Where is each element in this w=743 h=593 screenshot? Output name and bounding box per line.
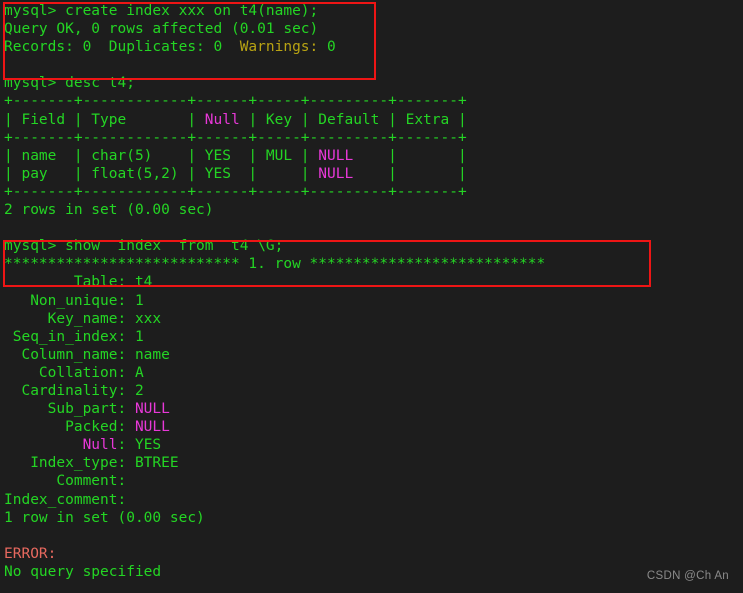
terminal-line: Seq_in_index: 1	[4, 328, 545, 346]
terminal-line: 2 rows in set (0.00 sec)	[4, 201, 545, 219]
terminal-line: Query OK, 0 rows affected (0.01 sec)	[4, 20, 545, 38]
terminal-text-segment: Non_unique: 1	[4, 292, 144, 309]
terminal-window: mysql> create index xxx on t4(name); Quer…	[0, 0, 743, 593]
terminal-text-segment: | Key | Default | Extra |	[239, 111, 467, 128]
terminal-line: ERROR:	[4, 545, 545, 563]
terminal-line: Table: t4	[4, 273, 545, 291]
terminal-text-segment: Key_name: xxx	[4, 310, 162, 327]
terminal-line: +-------+------------+------+-----+-----…	[4, 92, 545, 110]
terminal-line: | pay | float(5,2) | YES | | NULL | |	[4, 165, 545, 183]
terminal-text-segment: | pay | float(5,2) | YES | |	[4, 165, 319, 182]
terminal-text-segment: No query specified	[4, 563, 162, 580]
terminal-text-segment: +-------+------------+------+-----+-----…	[4, 93, 467, 110]
terminal-text-segment: Collation: A	[4, 364, 144, 381]
watermark-label: CSDN @Ch An	[646, 569, 729, 582]
terminal-text-segment: Seq_in_index: 1	[4, 328, 144, 345]
terminal-text-segment: Warnings:	[239, 39, 319, 56]
terminal-line: Key_name: xxx	[4, 310, 545, 328]
terminal-text-segment: Records: 0 Duplicates: 0	[4, 39, 240, 56]
terminal-text-segment: Comment:	[4, 473, 135, 490]
terminal-line: Packed: NULL	[4, 418, 545, 436]
terminal-line: 1 row in set (0.00 sec)	[4, 509, 545, 527]
terminal-text-segment: Column_name: name	[4, 346, 170, 363]
terminal-line: Index_type: BTREE	[4, 454, 545, 472]
terminal-text-segment: | |	[353, 147, 467, 164]
terminal-line: Sub_part: NULL	[4, 400, 545, 418]
terminal-text-segment: NULL	[134, 419, 170, 436]
terminal-line: +-------+------------+------+-----+-----…	[4, 183, 545, 201]
terminal-line: Null: YES	[4, 436, 545, 454]
terminal-text-segment: NULL	[318, 165, 354, 182]
terminal-line: mysql> desc t4;	[4, 74, 545, 92]
terminal-text-segment: 2 rows in set (0.00 sec)	[4, 202, 214, 219]
terminal-text-segment: ERROR:	[4, 545, 57, 562]
terminal-text-segment: Index_type: BTREE	[4, 455, 179, 472]
terminal-line: Non_unique: 1	[4, 292, 545, 310]
terminal-line: Comment:	[4, 472, 545, 490]
terminal-line: mysql> create index xxx on t4(name);	[4, 2, 545, 20]
terminal-line: No query specified	[4, 563, 545, 581]
terminal-line: Column_name: name	[4, 346, 545, 364]
terminal-line: mysql> show index from t4 \G;	[4, 237, 545, 255]
terminal-text-segment: mysql> desc t4;	[4, 75, 135, 92]
terminal-line: Collation: A	[4, 364, 545, 382]
terminal-text-segment: | Field | Type |	[4, 111, 205, 128]
terminal-text-segment: 1 row in set (0.00 sec)	[4, 509, 205, 526]
terminal-text-segment: +-------+------------+------+-----+-----…	[4, 129, 467, 146]
terminal-text-segment: Sub_part:	[4, 401, 135, 418]
terminal-text-segment: Null	[82, 437, 118, 454]
terminal-text-segment: mysql> create index xxx on t4(name);	[4, 3, 319, 19]
terminal-text-segment: Cardinality: 2	[4, 382, 144, 399]
terminal-text-segment: Index_comment:	[4, 491, 135, 508]
terminal-line: Index_comment:	[4, 491, 545, 509]
terminal-text-segment: +-------+------------+------+-----+-----…	[4, 183, 467, 200]
terminal-line: Records: 0 Duplicates: 0 Warnings: 0	[4, 38, 545, 56]
terminal-line: +-------+------------+------+-----+-----…	[4, 129, 545, 147]
terminal-text-segment: Null	[204, 111, 240, 128]
terminal-text-segment: | |	[353, 165, 467, 182]
terminal-text-segment: : YES	[117, 437, 162, 454]
terminal-text-segment: mysql> show index from t4 \G;	[4, 238, 284, 255]
terminal-text-segment: Packed:	[4, 419, 135, 436]
terminal-text-segment: NULL	[134, 401, 170, 418]
terminal-text-segment: NULL	[318, 147, 354, 164]
terminal-text-segment: *************************** 1. row *****…	[4, 256, 546, 273]
terminal-line: Cardinality: 2	[4, 382, 545, 400]
terminal-line: | Field | Type | Null | Key | Default | …	[4, 111, 545, 129]
terminal-line: *************************** 1. row *****…	[4, 255, 545, 273]
terminal-output[interactable]: mysql> create index xxx on t4(name); Quer…	[4, 2, 545, 581]
terminal-text-segment: 0	[318, 39, 336, 56]
terminal-text-segment: Table: t4	[4, 274, 153, 291]
terminal-line: | name | char(5) | YES | MUL | NULL | |	[4, 147, 545, 165]
terminal-text-segment: Query OK, 0 rows affected (0.01 sec)	[4, 21, 319, 38]
terminal-text-segment: | name | char(5) | YES | MUL |	[4, 147, 319, 164]
